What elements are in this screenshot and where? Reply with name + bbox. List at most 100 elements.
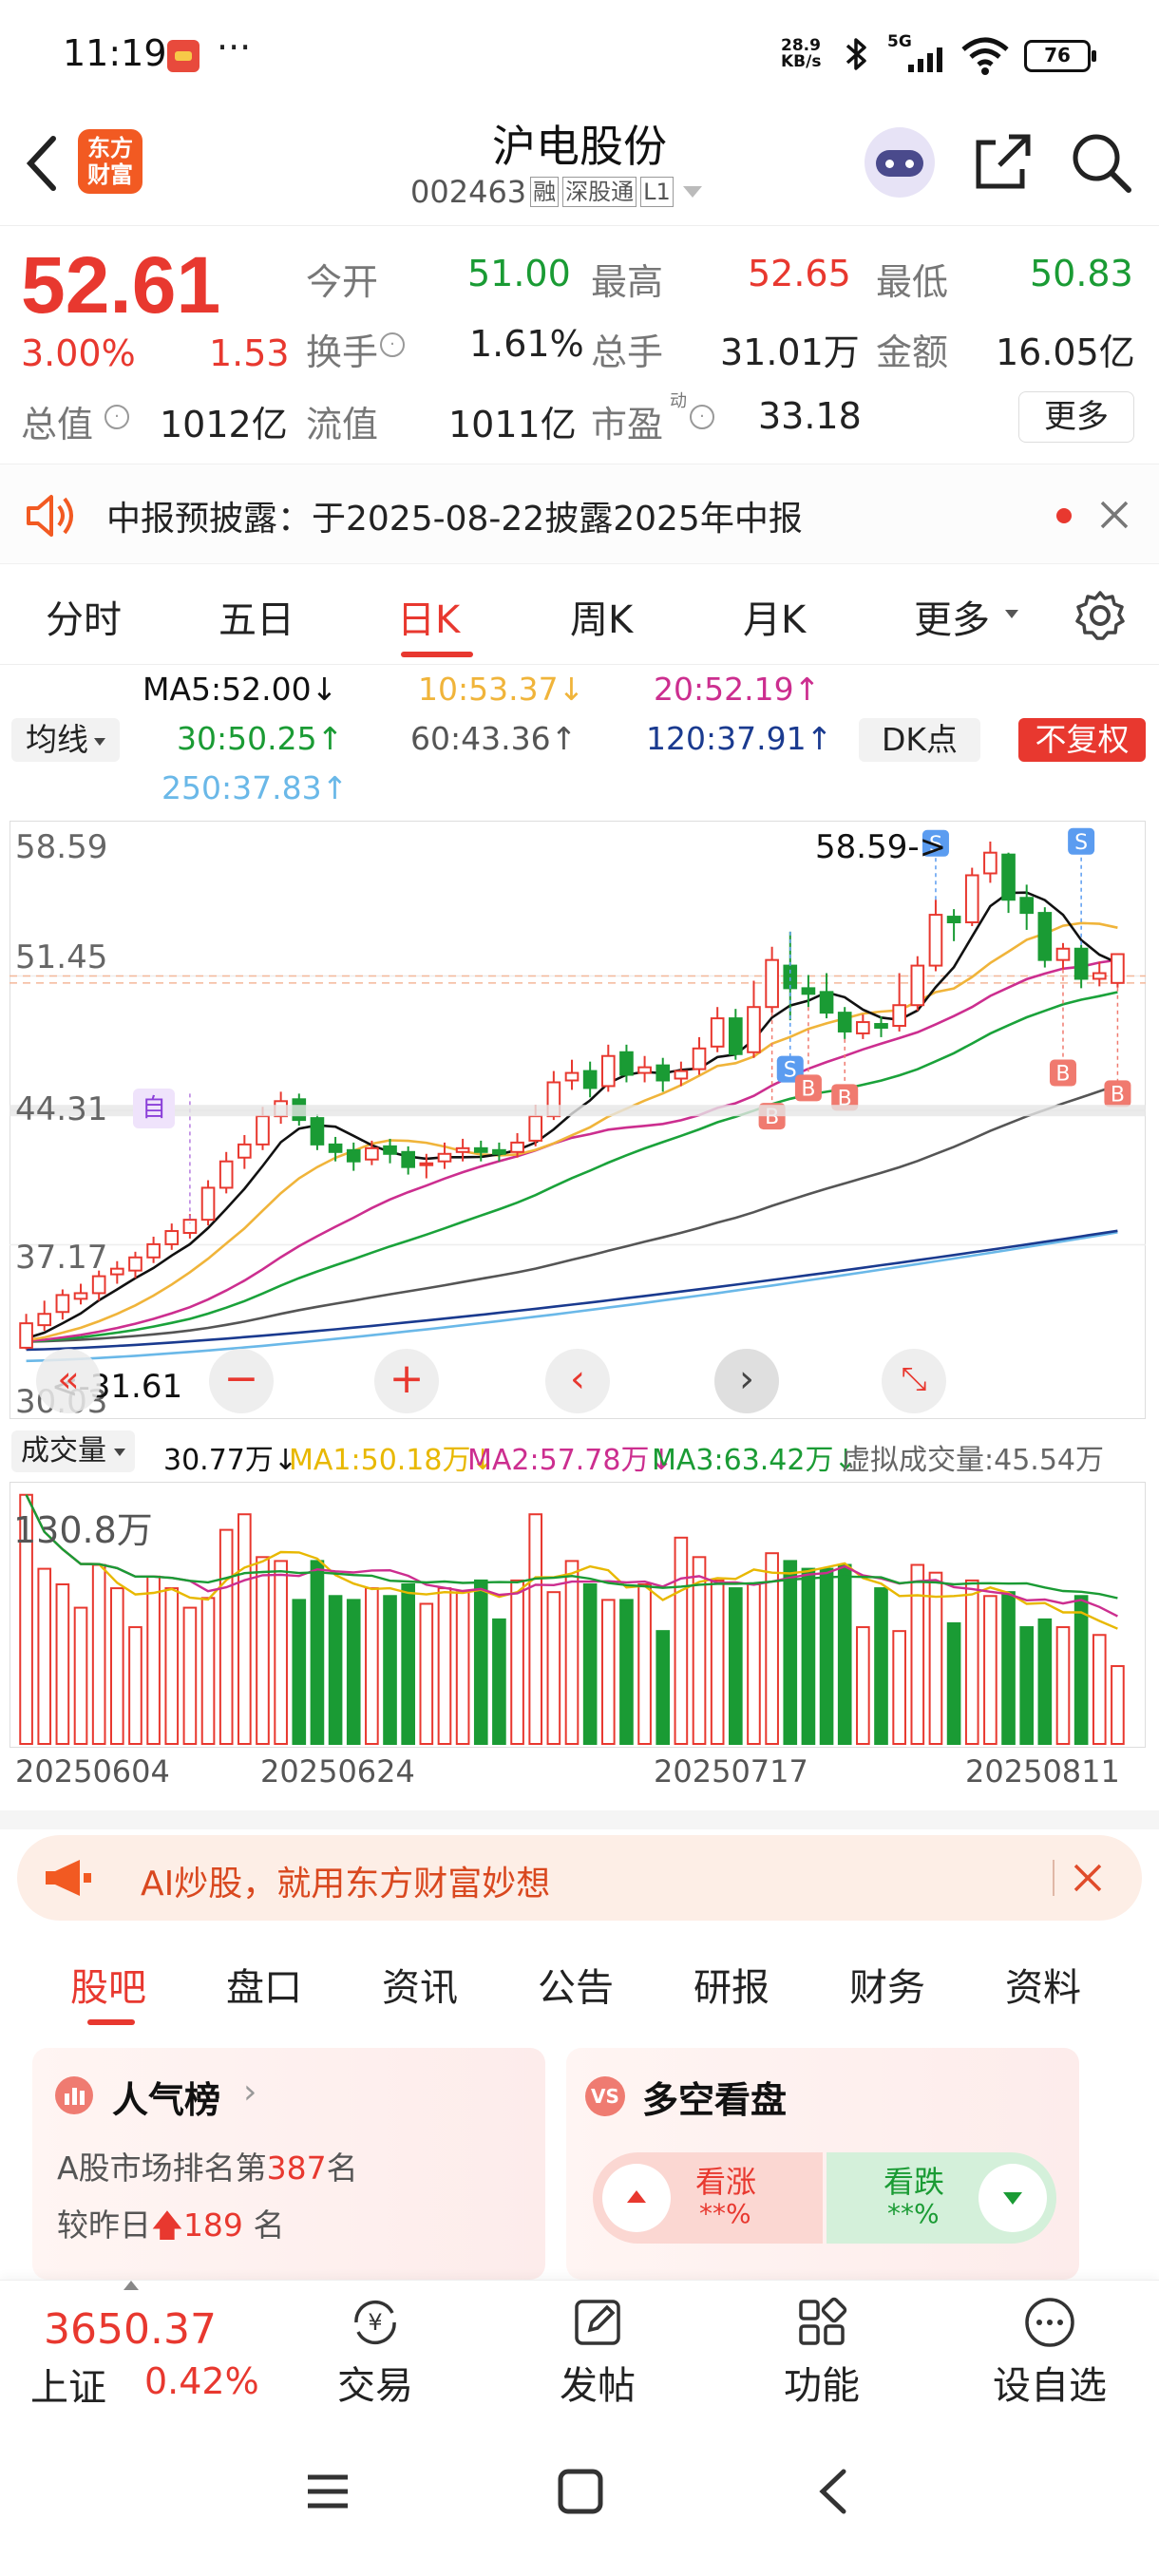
bull-value: **% <box>699 2198 751 2229</box>
vs-icon: VS <box>585 2076 625 2116</box>
stock-code-row[interactable]: 002463 融 深股通 L1 <box>410 173 702 211</box>
adjust-mode-button[interactable]: 不复权 <box>1018 718 1146 762</box>
tab-week-k[interactable]: 周K <box>570 589 633 644</box>
amount-value: 16.05亿 <box>996 331 1135 373</box>
candle-body <box>91 1275 106 1295</box>
tab-order-book[interactable]: 盘口 <box>226 1957 302 2012</box>
info-icon[interactable]: · <box>380 332 405 357</box>
tab-financials[interactable]: 财务 <box>849 1957 925 2012</box>
close-icon[interactable] <box>1098 499 1130 531</box>
zoom-in-icon[interactable]: + <box>374 1349 439 1413</box>
zoom-out-icon[interactable]: − <box>209 1349 274 1413</box>
settings-gear-icon[interactable] <box>1074 589 1127 642</box>
quote-row-2: 换手 · 1.61% 总手 31.01万 金额 16.05亿 <box>306 323 1142 373</box>
float-cap-label: 流值 <box>306 404 379 445</box>
volume-bar <box>383 1595 397 1746</box>
tab-announcements[interactable]: 公告 <box>538 1957 614 2012</box>
index-widget[interactable]: 3650.37 上证 0.42% <box>0 2281 285 2414</box>
signal-icon <box>908 47 942 72</box>
candle-body <box>19 1322 33 1349</box>
close-icon[interactable] <box>1072 1862 1104 1894</box>
add-watchlist-label: 设自选 <box>993 2364 1107 2408</box>
tab-day-k[interactable]: 日K <box>397 589 460 644</box>
tab-month-k[interactable]: 月K <box>743 589 806 644</box>
tab-research[interactable]: 研报 <box>694 1957 770 2012</box>
volume-selector[interactable]: 成交量 <box>11 1430 135 1472</box>
ai-banner[interactable]: AI炒股，就用东方财富妙想 <box>17 1835 1142 1921</box>
back-arrow-icon[interactable] <box>21 133 63 194</box>
indicator-select[interactable]: 均线 <box>11 718 120 762</box>
sentiment-card[interactable]: VS 多空看盘 看涨 **% 看跌 **% <box>566 2048 1079 2280</box>
scroll-left-icon[interactable]: « <box>36 1349 101 1413</box>
volume-bar <box>856 1626 870 1746</box>
candle-body <box>874 1023 888 1029</box>
tab-news[interactable]: 资讯 <box>382 1957 458 2012</box>
trade-label: 交易 <box>337 2364 413 2408</box>
bear-button[interactable]: 看跌 **% <box>826 2152 1056 2244</box>
popularity-title: 人气榜 <box>112 2079 221 2121</box>
candle-body <box>419 1162 434 1166</box>
info-icon[interactable]: · <box>104 405 129 429</box>
volume-chart[interactable]: 130.8万 <box>10 1482 1146 1748</box>
volume-bar <box>256 1556 270 1745</box>
tab-profile[interactable]: 资料 <box>1005 1957 1081 2012</box>
tag-shenzhen-connect: 深股通 <box>562 177 637 207</box>
add-watchlist-button[interactable]: 设自选 <box>969 2294 1130 2408</box>
arrow-up-icon: 🡅 <box>151 2207 183 2244</box>
candle-body <box>674 1070 689 1080</box>
candle-body <box>455 1146 470 1153</box>
candle-body <box>383 1145 397 1155</box>
candle-body <box>619 1051 634 1076</box>
tab-more[interactable]: 更多 <box>914 589 990 644</box>
home-icon[interactable] <box>555 2466 606 2517</box>
more-button[interactable]: 更多 <box>1018 391 1134 443</box>
bottom-toolbar: 3650.37 上证 0.42% ¥ 交易 发帖 功能 设自选 <box>0 2280 1159 2413</box>
functions-button[interactable]: 功能 <box>760 2294 884 2408</box>
bluetooth-icon <box>846 38 866 70</box>
candle-body <box>856 1021 870 1034</box>
fullscreen-icon[interactable]: ⤡ <box>882 1349 946 1413</box>
volume-ma2: MA2:57.78万↓ <box>467 1444 674 1477</box>
tab-guba[interactable]: 股吧 <box>70 1957 146 2012</box>
step-left-icon[interactable]: ‹ <box>545 1349 610 1413</box>
bull-button[interactable]: 看涨 **% <box>593 2152 823 2244</box>
caret-down-icon <box>682 186 702 198</box>
volume-bar <box>582 1582 598 1746</box>
tab-minute[interactable]: 分时 <box>46 589 122 644</box>
popularity-card[interactable]: 人气榜 › A股市场排名第387名 较昨日🡅189 名 <box>32 2048 545 2280</box>
step-right-icon[interactable]: › <box>714 1349 779 1413</box>
candle-body <box>946 916 961 924</box>
notice-bar[interactable]: 中报预披露：于2025-08-22披露2025年中报 <box>0 464 1159 564</box>
back-icon[interactable] <box>809 2466 861 2517</box>
volume-bar <box>182 1606 198 1745</box>
status-bar: 11:19 ··· 28.9 KB/s 5G 76 <box>0 0 1159 104</box>
stock-code: 002463 <box>410 174 527 210</box>
trade-button[interactable]: ¥ 交易 <box>314 2294 437 2408</box>
tab-five-day[interactable]: 五日 <box>218 589 294 644</box>
volume-bar <box>546 1591 561 1745</box>
kline-chart[interactable]: BSBBSBSB 58.59 51.45 44.31 37.17 30.03 5… <box>10 821 1146 1421</box>
info-icon[interactable]: · <box>690 405 714 429</box>
candle-body <box>564 1071 580 1082</box>
menu-icon[interactable] <box>302 2466 353 2517</box>
search-icon[interactable] <box>1070 131 1132 194</box>
ai-assistant-icon[interactable] <box>864 127 935 198</box>
volume-bar <box>437 1587 452 1745</box>
volume-bar <box>801 1567 816 1745</box>
volume-bar <box>55 1582 70 1746</box>
volume-bar <box>128 1626 142 1746</box>
volume-bar <box>492 1618 506 1745</box>
volume-bar <box>928 1571 943 1746</box>
ma30-value: 30:50.25↑ <box>177 720 344 757</box>
battery-icon: 76 <box>1024 40 1096 72</box>
share-icon[interactable] <box>971 131 1034 194</box>
ma250-value: 250:37.83↑ <box>162 769 349 806</box>
candle-body <box>983 851 998 875</box>
stock-name: 沪电股份 <box>492 121 667 172</box>
candle-body <box>1019 897 1035 915</box>
caret-down-icon <box>1005 610 1018 618</box>
dk-point-button[interactable]: DK点 <box>859 718 980 762</box>
post-button[interactable]: 发帖 <box>536 2294 659 2408</box>
candle-body <box>310 1117 325 1146</box>
period-tabs: 分时 五日 日K 周K 月K 更多 <box>0 566 1159 665</box>
